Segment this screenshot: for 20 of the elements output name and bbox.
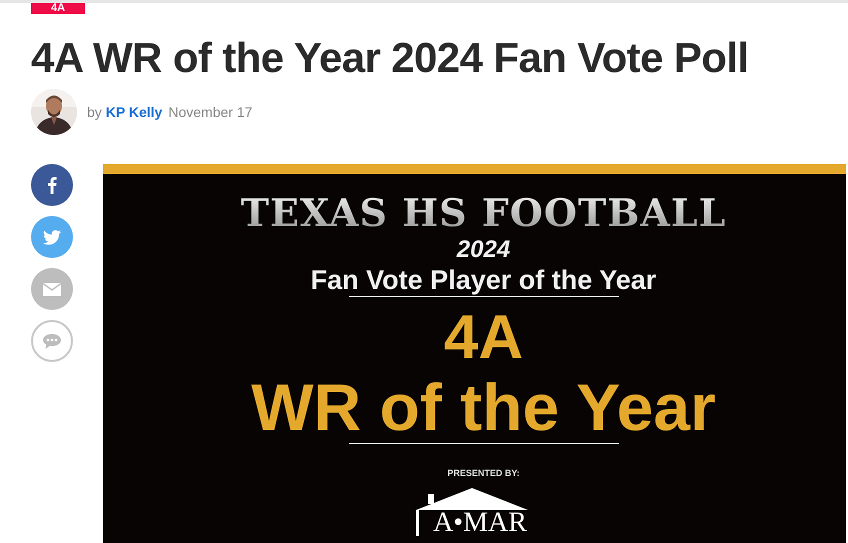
category-tag[interactable]: 4A xyxy=(31,3,86,14)
envelope-icon xyxy=(43,282,61,296)
facebook-icon xyxy=(47,176,57,194)
facebook-button[interactable] xyxy=(31,164,73,206)
author-link[interactable]: KP Kelly xyxy=(106,104,162,120)
twitter-button[interactable] xyxy=(31,216,73,258)
sponsor-logo-text: A•MAR xyxy=(416,510,527,536)
post-date: November 17 xyxy=(168,104,252,120)
banner-year: 2024 xyxy=(456,236,510,264)
bird-icon xyxy=(43,230,61,244)
article-title: 4A WR of the Year 2024 Fan Vote Poll xyxy=(31,33,750,83)
house-roof-icon xyxy=(416,488,528,510)
email-button[interactable] xyxy=(31,268,73,310)
presented-by-label: PRESENTED BY: xyxy=(447,468,520,478)
byline-prefix: by xyxy=(87,104,102,120)
banner-classification: 4A xyxy=(444,305,524,371)
banner-subtitle: Fan Vote Player of the Year xyxy=(310,264,656,296)
speech-bubble-icon xyxy=(43,334,61,348)
banner-award: WR of the Year xyxy=(251,371,716,443)
comments-button[interactable] xyxy=(31,320,73,362)
